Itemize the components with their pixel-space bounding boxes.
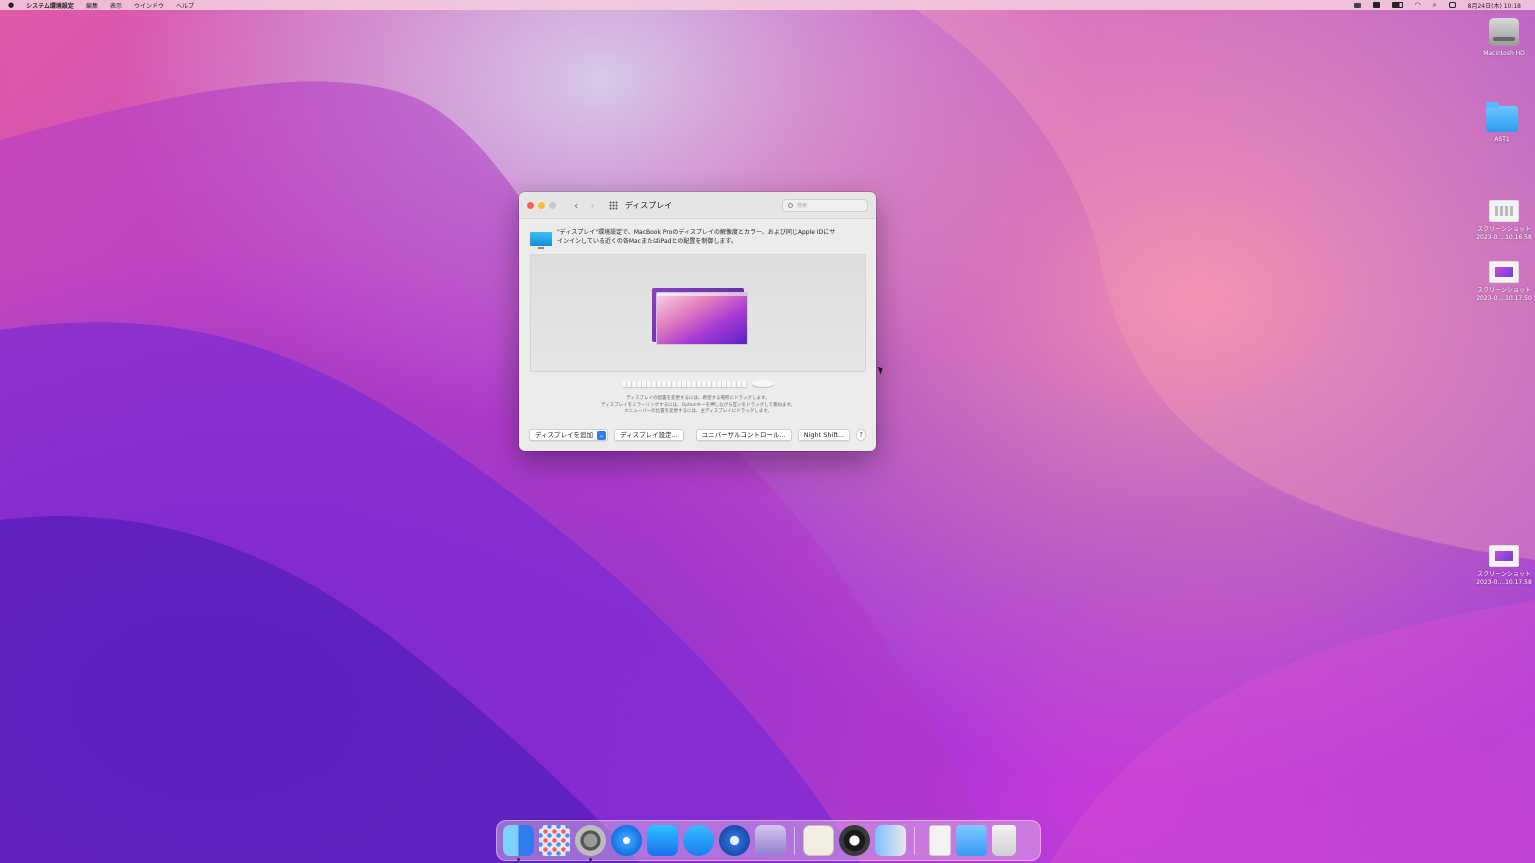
app-store-icon[interactable]	[647, 825, 678, 856]
migration-assistant-icon[interactable]	[875, 825, 906, 856]
preview-icon[interactable]	[803, 825, 834, 856]
input-source-icon[interactable]	[1372, 2, 1380, 8]
desktop-icon-screenshot-1[interactable]: スクリーンショット 2023-0....10.16.58	[1469, 200, 1535, 242]
desktop-icon-label: 2023-0....10.17.58	[1476, 579, 1532, 586]
universal-control-button[interactable]: ユニバーサルコントロール...	[695, 429, 792, 441]
screenshot-file-icon	[1489, 200, 1519, 222]
desktop-icon-label: スクリーンショット	[1477, 287, 1531, 294]
window-title: ディスプレイ	[624, 200, 673, 210]
search-icon	[788, 202, 793, 208]
desktop-icon-screenshot-2[interactable]: スクリーンショット 2023-0....10.17.50	[1469, 261, 1535, 303]
zoom-button[interactable]	[549, 201, 556, 209]
menu-help[interactable]: ヘルプ	[176, 1, 194, 10]
desktop-icon-screenshot-3[interactable]: スクリーンショット 2023-0....10.17.58	[1469, 545, 1535, 587]
desktop-icon-label: 2023-0....10.16.58	[1476, 234, 1532, 241]
help-button[interactable]: ?	[856, 429, 866, 441]
display-preferences-window: ‹ › ディスプレイ 検索 "ディスプレイ"環境設定で、MacBook Proの…	[519, 192, 876, 451]
menu-window[interactable]: ウインドウ	[134, 1, 164, 10]
trash-icon[interactable]	[992, 825, 1016, 856]
desktop-icon-macintosh-hd[interactable]: Macintosh HD	[1469, 18, 1535, 58]
disk-utility-icon[interactable]	[755, 825, 786, 856]
arrangement-hint: ディスプレイの配置を変更するには、希望する場所にドラッグします。 ディスプレイを…	[530, 396, 866, 416]
add-display-popup[interactable]: ディスプレイを追加 ⌄	[529, 429, 609, 441]
dock-separator	[794, 826, 795, 855]
quicktime-icon[interactable]	[839, 825, 870, 856]
minimize-button[interactable]	[538, 201, 545, 209]
finder-icon[interactable]	[503, 825, 534, 861]
document-icon[interactable]	[929, 825, 951, 856]
wifi-icon[interactable]: ◠	[1415, 1, 1421, 9]
info-line: インインしている近くの各MacまたはiPadとの配置を制御します。	[557, 237, 737, 245]
info-line: "ディスプレイ"環境設定で、MacBook Proのディスプレイの解像度とカラー…	[557, 229, 836, 236]
folder-icon	[1486, 102, 1518, 132]
hard-drive-icon	[1489, 18, 1519, 46]
menu-clock[interactable]: 8月24日(木) 10:18	[1468, 1, 1521, 10]
screenshot-file-icon	[1489, 261, 1519, 283]
search-placeholder: 検索	[797, 202, 808, 209]
control-center-icon[interactable]	[1448, 2, 1456, 8]
display-settings-button[interactable]: ディスプレイ設定...	[614, 429, 684, 441]
desktop-icon-label: Macintosh HD	[1483, 50, 1525, 57]
system-preferences-icon[interactable]	[575, 825, 606, 861]
mouse-icon	[752, 380, 774, 387]
chevron-down-icon: ⌄	[597, 430, 607, 440]
arrangement-hint-area: ディスプレイの配置を変更するには、希望する場所にドラッグします。 ディスプレイを…	[530, 372, 866, 420]
keyboard-icon	[622, 381, 747, 387]
menu-edit[interactable]: 編集	[86, 1, 98, 10]
add-display-label: ディスプレイを追加	[535, 431, 594, 439]
menu-view[interactable]: 表示	[110, 1, 122, 10]
night-shift-button[interactable]: Night Shift...	[797, 429, 851, 441]
menu-app-name[interactable]: システム環境設定	[26, 1, 74, 10]
mouse-cursor-icon	[877, 365, 885, 375]
desktop-icon-label: AST1	[1494, 136, 1510, 143]
downloads-folder-icon[interactable]	[956, 825, 987, 856]
hint-line: メニューバーの位置を変更するには、主ディスプレイにドラッグします。	[624, 409, 772, 414]
apple-menu-icon[interactable]: ●	[8, 1, 14, 9]
show-all-grid-icon[interactable]	[608, 200, 618, 210]
forward-chevron-icon[interactable]: ›	[590, 199, 594, 212]
desktop-icon-label: スクリーンショット	[1477, 226, 1531, 233]
desktop-icon-label: 2023-0....10.17.50	[1476, 295, 1532, 302]
window-controls	[527, 201, 556, 209]
close-button[interactable]	[527, 201, 534, 209]
screenshot-file-icon	[1489, 545, 1519, 567]
desktop-icon-label: スクリーンショット	[1477, 571, 1531, 578]
info-text: "ディスプレイ"環境設定で、MacBook Proのディスプレイの解像度とカラー…	[557, 229, 835, 246]
screen-mirroring-icon[interactable]	[1353, 2, 1361, 8]
search-field[interactable]: 検索	[782, 198, 868, 212]
navigation-buttons: ‹ ›	[574, 199, 595, 212]
launchpad-icon[interactable]	[539, 825, 570, 856]
back-chevron-icon[interactable]: ‹	[574, 199, 578, 212]
desktop-icon-ast1[interactable]: AST1	[1467, 102, 1535, 144]
safari-icon[interactable]	[611, 825, 642, 856]
cloud-app-icon[interactable]	[683, 825, 714, 856]
info-section: "ディスプレイ"環境設定で、MacBook Proのディスプレイの解像度とカラー…	[519, 219, 876, 249]
spotlight-icon[interactable]: ⌕	[1433, 1, 1437, 10]
window-titlebar[interactable]: ‹ › ディスプレイ 検索	[519, 192, 876, 219]
menu-bar: ● システム環境設定 編集 表示 ウインドウ ヘルプ ◠ ⌕ 8月24日(木) …	[0, 0, 1535, 10]
display-thumbnail[interactable]	[656, 292, 748, 345]
dock-separator	[914, 826, 915, 855]
battery-icon[interactable]	[1391, 2, 1403, 8]
network-utility-icon[interactable]	[719, 825, 750, 856]
button-row: ディスプレイを追加 ⌄ ディスプレイ設定... ユニバーサルコントロール... …	[529, 429, 866, 441]
dock	[496, 820, 1041, 861]
display-monitor-icon	[530, 232, 552, 249]
display-arrangement-area[interactable]	[530, 254, 866, 372]
